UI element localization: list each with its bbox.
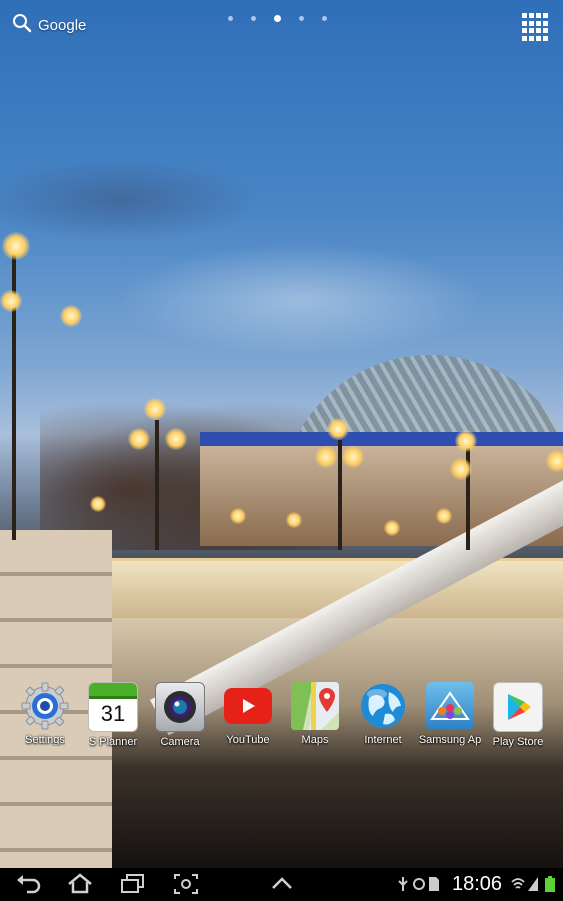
signal-icon — [527, 876, 539, 897]
usb-icon — [396, 876, 410, 897]
calendar-day: 31 — [100, 701, 126, 726]
lamp-light — [128, 428, 150, 450]
lamp-light — [2, 232, 30, 260]
app-camera[interactable]: Camera — [144, 682, 216, 748]
app-label: Settings — [25, 734, 65, 746]
app-internet[interactable]: Internet — [347, 682, 419, 746]
app-label: S Planner — [88, 736, 138, 748]
page-dot-active — [274, 15, 281, 22]
page-dot — [322, 16, 327, 21]
lamp-light — [230, 508, 246, 524]
lamp-light — [342, 446, 364, 468]
lamp-light — [0, 290, 22, 312]
app-settings[interactable]: Settings — [9, 682, 81, 746]
apps-grid-icon[interactable] — [521, 12, 551, 42]
app-play-store[interactable]: Play Store — [482, 682, 554, 748]
lamp-light — [455, 430, 477, 452]
lamp-post — [155, 420, 159, 550]
globe-icon — [359, 682, 407, 730]
wallpaper-dome-base — [200, 432, 563, 446]
app-label: Maps — [301, 734, 329, 746]
maps-pin-icon — [291, 682, 339, 730]
camera-icon — [155, 682, 205, 732]
app-samsung-apps[interactable]: Samsung Ap — [414, 682, 486, 746]
app-label: Camera — [160, 736, 200, 748]
screenshot-icon[interactable] — [172, 872, 200, 896]
page-indicator — [228, 15, 327, 22]
sync-icon — [412, 876, 426, 897]
google-search-bar[interactable]: Google — [12, 12, 86, 38]
recent-apps-icon[interactable] — [119, 872, 147, 896]
lamp-light — [546, 450, 563, 472]
lamp-light — [165, 428, 187, 450]
page-dot — [299, 16, 304, 21]
lamp-light — [436, 508, 452, 524]
app-label: Internet — [364, 734, 402, 746]
file-icon — [428, 876, 440, 897]
lamp-light — [327, 418, 349, 440]
lamp-light — [144, 398, 166, 420]
calendar-icon: 31 — [88, 682, 138, 732]
app-s-planner[interactable]: 31 S Planner — [77, 682, 149, 748]
wifi-icon — [511, 876, 525, 897]
home-icon[interactable] — [66, 872, 94, 896]
status-clock: 18:06 — [452, 873, 503, 895]
lamp-post — [12, 240, 16, 540]
app-youtube[interactable]: YouTube — [212, 682, 284, 746]
page-dot — [228, 16, 233, 21]
system-nav-bar: 18:06 — [0, 868, 563, 900]
search-label: Google — [38, 16, 87, 34]
app-maps[interactable]: Maps — [279, 682, 351, 746]
home-dock: Settings 31 S Planner Camera YouTube Map… — [0, 682, 563, 748]
lamp-light — [315, 446, 337, 468]
lamp-light — [450, 458, 472, 480]
search-icon — [12, 13, 32, 38]
play-store-icon — [493, 682, 543, 732]
settings-gear-icon — [21, 682, 69, 730]
app-label: Samsung Ap — [418, 734, 482, 746]
battery-icon — [545, 876, 555, 897]
lamp-light — [60, 305, 82, 327]
lamp-light — [384, 520, 400, 536]
lamp-light — [286, 512, 302, 528]
youtube-play-icon — [224, 688, 272, 724]
page-dot — [251, 16, 256, 21]
back-icon[interactable] — [15, 872, 43, 896]
lamp-light — [90, 496, 106, 512]
app-label: Play Store — [492, 736, 544, 748]
up-arrow-icon[interactable] — [268, 872, 296, 896]
lamp-post — [466, 440, 470, 550]
app-label: YouTube — [226, 734, 270, 746]
samsung-apps-icon — [426, 682, 474, 730]
